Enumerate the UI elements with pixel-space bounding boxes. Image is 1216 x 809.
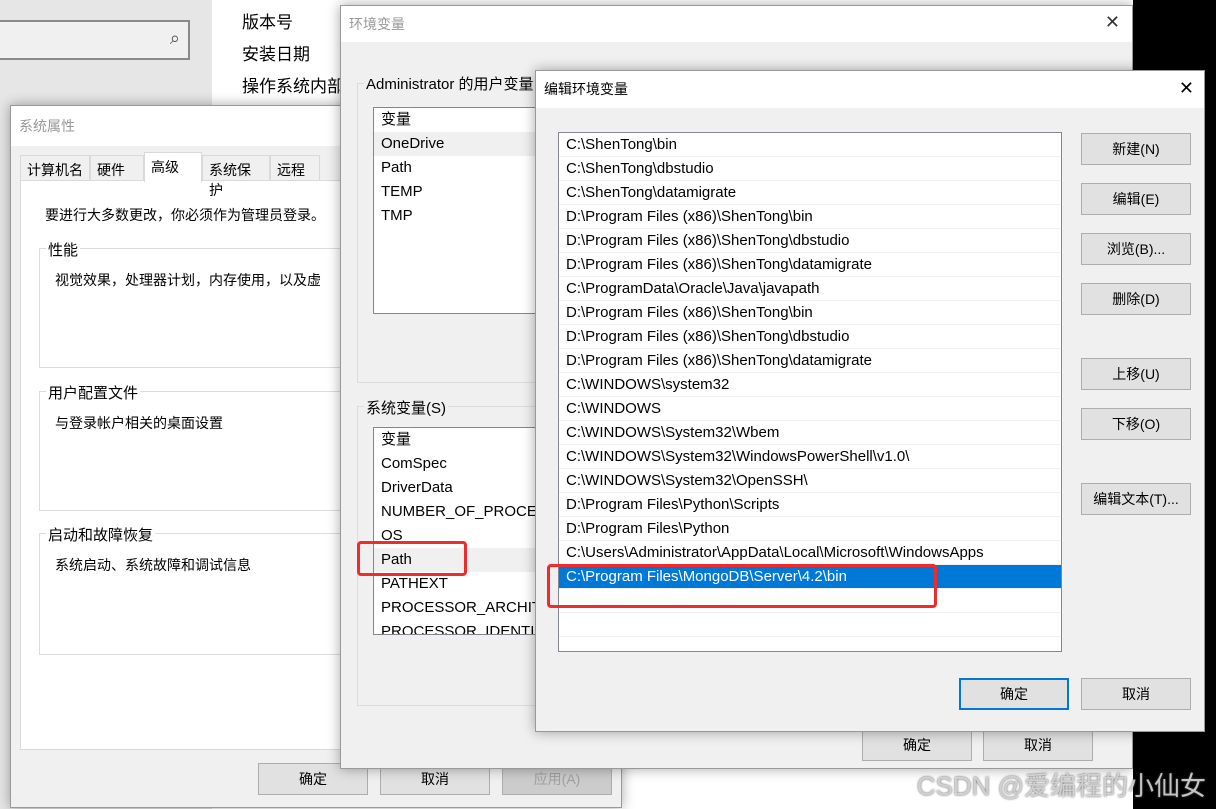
tab-advanced[interactable]: 高级 (144, 152, 202, 182)
path-entry[interactable]: C:\ProgramData\Oracle\Java\javapath (559, 277, 1061, 301)
tab-computer-name[interactable]: 计算机名 (20, 155, 90, 181)
search-box[interactable]: ⌕ (0, 20, 190, 60)
path-entry[interactable]: C:\WINDOWS (559, 397, 1061, 421)
search-icon: ⌕ (169, 28, 180, 48)
path-entry[interactable]: C:\WINDOWS\system32 (559, 373, 1061, 397)
edit-text-button[interactable]: 编辑文本(T)... (1081, 483, 1191, 515)
delete-button[interactable]: 删除(D) (1081, 283, 1191, 315)
path-entry[interactable]: C:\ShenTong\datamigrate (559, 181, 1061, 205)
window-title: 环境变量 (341, 6, 1132, 42)
edit-button[interactable]: 编辑(E) (1081, 183, 1191, 215)
browse-button[interactable]: 浏览(B)... (1081, 233, 1191, 265)
watermark: CSDN @爱编程的小仙女 (916, 771, 1206, 801)
path-entry[interactable]: D:\Program Files (x86)\ShenTong\dbstudio (559, 325, 1061, 349)
move-down-button[interactable]: 下移(O) (1081, 408, 1191, 440)
annotation-highlight-box (547, 564, 937, 608)
path-entry[interactable]: D:\Program Files (x86)\ShenTong\datamigr… (559, 349, 1061, 373)
path-entry[interactable]: C:\WINDOWS\System32\Wbem (559, 421, 1061, 445)
admin-note: 要进行大多数更改，你必须作为管理员登录。 (45, 207, 325, 223)
path-entry[interactable]: C:\WINDOWS\System32\OpenSSH\ (559, 469, 1061, 493)
close-icon[interactable]: ✕ (1105, 12, 1120, 33)
tab-hardware[interactable]: 硬件 (90, 155, 144, 181)
path-entry[interactable]: D:\Program Files\Python (559, 517, 1061, 541)
tab-system-protection[interactable]: 系统保护 (202, 155, 270, 198)
new-button[interactable]: 新建(N) (1081, 133, 1191, 165)
group-label: 系统变量(S) (364, 397, 448, 418)
empty-row[interactable] (559, 613, 1061, 637)
close-icon[interactable]: ✕ (1179, 78, 1194, 99)
info-label: 安装日期 (242, 45, 310, 64)
path-entry[interactable]: D:\Program Files (x86)\ShenTong\dbstudio (559, 229, 1061, 253)
group-text: 与登录帐户相关的桌面设置 (55, 415, 223, 431)
group-label: 启动和故障恢复 (46, 524, 156, 545)
tab-remote[interactable]: 远程 (270, 155, 320, 181)
cancel-button[interactable]: 取消 (1081, 678, 1191, 710)
path-entry[interactable]: D:\Program Files (x86)\ShenTong\bin (559, 205, 1061, 229)
path-entry[interactable]: C:\ShenTong\dbstudio (559, 157, 1061, 181)
group-label: 用户配置文件 (46, 382, 141, 403)
info-label: 操作系统内部 (242, 77, 344, 96)
group-label: 性能 (46, 239, 81, 260)
path-entry[interactable]: C:\WINDOWS\System32\WindowsPowerShell\v1… (559, 445, 1061, 469)
group-label: Administrator 的用户变量 (364, 73, 536, 94)
move-up-button[interactable]: 上移(U) (1081, 358, 1191, 390)
path-entry[interactable]: D:\Program Files\Python\Scripts (559, 493, 1061, 517)
annotation-highlight-box (357, 541, 467, 576)
group-text: 系统启动、系统故障和调试信息 (55, 557, 251, 573)
window-title: 编辑环境变量 (536, 71, 1204, 108)
ok-button[interactable]: 确定 (862, 729, 972, 761)
cancel-button[interactable]: 取消 (983, 729, 1093, 761)
group-text: 视觉效果，处理器计划，内存使用，以及虚 (55, 272, 321, 288)
ok-button[interactable]: 确定 (959, 678, 1069, 710)
path-entry[interactable]: C:\ShenTong\bin (559, 133, 1061, 157)
path-entry[interactable]: D:\Program Files (x86)\ShenTong\bin (559, 301, 1061, 325)
path-entry[interactable]: D:\Program Files (x86)\ShenTong\datamigr… (559, 253, 1061, 277)
path-entry[interactable]: C:\Users\Administrator\AppData\Local\Mic… (559, 541, 1061, 565)
info-label: 版本号 (242, 13, 293, 32)
